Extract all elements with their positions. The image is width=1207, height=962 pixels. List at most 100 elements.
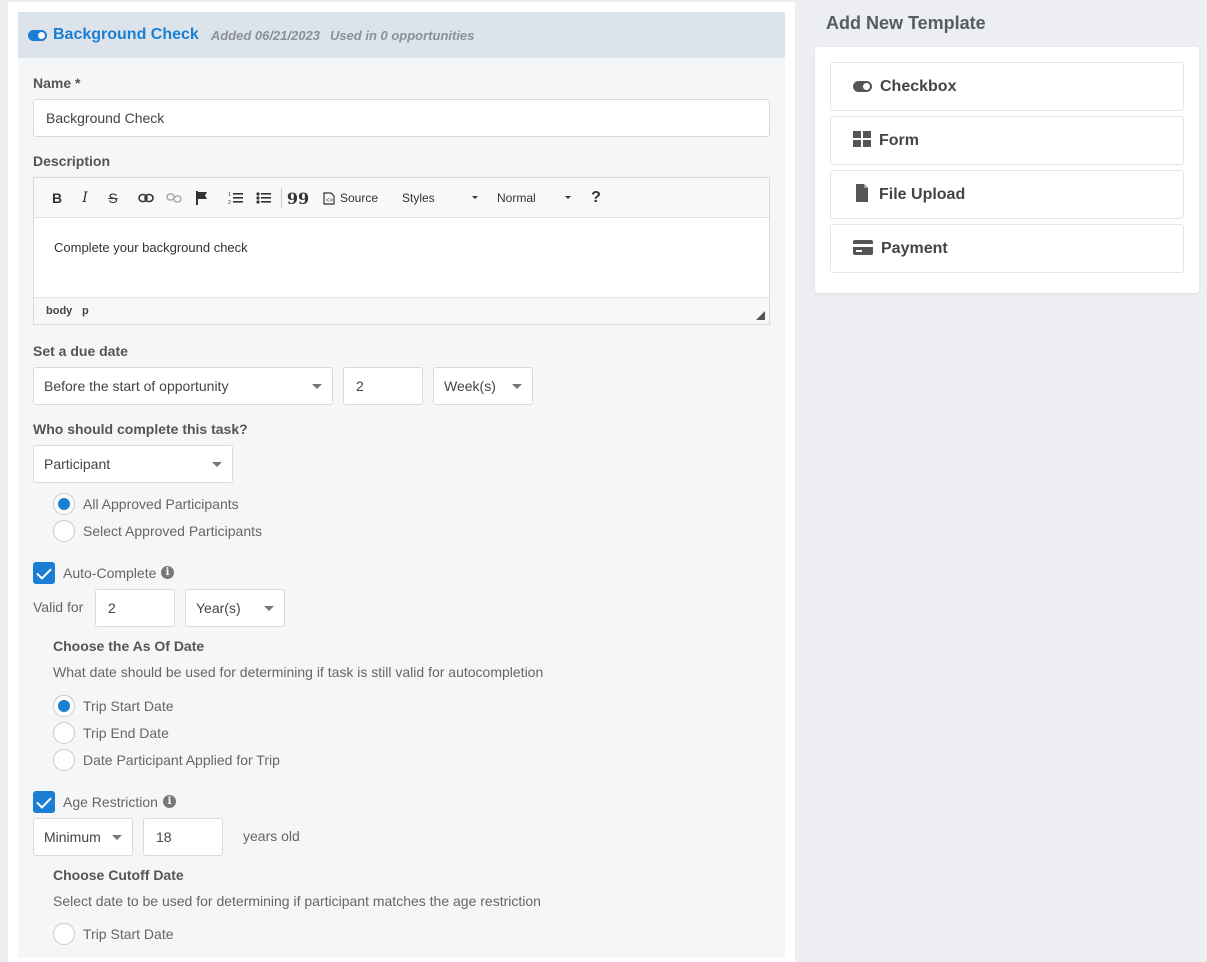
name-input[interactable]: Background Check [33, 99, 770, 137]
chevron-down-icon [512, 384, 522, 389]
age-restriction-checkbox[interactable] [33, 791, 55, 813]
source-icon: <> [323, 191, 335, 205]
due-date-label: Set a due date [33, 343, 128, 359]
due-date-amount-value: 2 [356, 378, 364, 394]
radio-all-approved[interactable] [53, 493, 75, 515]
template-file-upload-label: File Upload [879, 185, 966, 203]
age-mode-select[interactable]: Minimum [33, 818, 133, 856]
task-usage-count: Used in 0 opportunities [329, 27, 475, 43]
valid-for-label: Valid for [33, 599, 84, 615]
template-checkbox[interactable]: Checkbox [830, 62, 1184, 111]
radio-select-approved-label[interactable]: Select Approved Participants [83, 523, 262, 539]
info-icon[interactable]: i [163, 795, 176, 808]
anchor-flag-icon[interactable] [193, 187, 211, 209]
age-restriction-label[interactable]: Age Restriction [63, 794, 158, 810]
description-label: Description [33, 153, 111, 169]
valid-for-unit-value: Year(s) [196, 600, 241, 616]
task-form: Name * Background Check Description B I … [18, 58, 785, 958]
editor-text[interactable]: Complete your background check [54, 240, 248, 255]
template-checkbox-label: Checkbox [880, 77, 957, 95]
task-added-date: Added 06/21/2023 [210, 27, 320, 43]
source-label: Source [340, 191, 379, 205]
template-payment[interactable]: Payment [830, 224, 1184, 273]
assignee-role-select[interactable]: Participant [33, 445, 233, 483]
toggle-icon [28, 30, 47, 41]
due-date-amount-input[interactable]: 2 [343, 367, 423, 405]
file-icon [853, 184, 871, 205]
chevron-down-icon [264, 606, 274, 611]
format-label: Normal [497, 191, 536, 205]
editor-status-bar: body p [34, 297, 769, 324]
chevron-down-icon [472, 196, 478, 199]
format-dropdown[interactable]: Normal [497, 187, 571, 209]
due-date-unit-value: Week(s) [444, 378, 496, 394]
toolbar-separator [281, 188, 282, 208]
radio-date-applied-label[interactable]: Date Participant Applied for Trip [83, 752, 280, 768]
grid-icon [853, 131, 871, 150]
svg-text:<>: <> [326, 198, 334, 204]
age-input[interactable]: 18 [143, 818, 223, 856]
numbered-list-icon[interactable]: 12 [227, 187, 245, 209]
chevron-down-icon [212, 462, 222, 467]
name-input-value: Background Check [46, 110, 165, 126]
radio-trip-end[interactable] [53, 722, 75, 744]
template-list: Checkbox Form File Upload Payment [815, 47, 1199, 293]
valid-for-amount-input[interactable]: 2 [95, 589, 175, 627]
info-icon[interactable]: i [161, 566, 174, 579]
radio-trip-start-label[interactable]: Trip Start Date [83, 698, 174, 714]
age-value: 18 [156, 829, 172, 845]
radio-cutoff-trip-start[interactable] [53, 923, 75, 945]
radio-cutoff-trip-start-label[interactable]: Trip Start Date [83, 926, 174, 942]
help-button[interactable]: ? [588, 187, 604, 209]
link-icon[interactable] [136, 187, 156, 209]
chevron-down-icon [312, 384, 322, 389]
auto-complete-label[interactable]: Auto-Complete [63, 565, 156, 581]
source-button[interactable]: <> Source [323, 187, 383, 209]
italic-button[interactable]: I [76, 187, 94, 209]
path-body[interactable]: body [46, 305, 72, 317]
due-date-relation-select[interactable]: Before the start of opportunity [33, 367, 333, 405]
blockquote-button[interactable]: 99 [287, 187, 309, 209]
task-header[interactable]: Background Check Added 06/21/2023 Used i… [18, 12, 785, 58]
cutoff-date-description: Select date to be used for determining i… [53, 893, 541, 909]
resize-handle[interactable] [756, 311, 765, 320]
name-label: Name * [33, 75, 81, 91]
rich-text-editor[interactable]: B I S 12 99 <> Source Styles Normal ? Co… [33, 177, 770, 325]
years-old-label: years old [243, 828, 300, 844]
template-file-upload[interactable]: File Upload [830, 170, 1184, 219]
as-of-date-title: Choose the As Of Date [53, 638, 205, 654]
editor-toolbar: B I S 12 99 <> Source Styles Normal ? [34, 178, 769, 218]
svg-text:1: 1 [228, 192, 231, 198]
due-date-relation-value: Before the start of opportunity [44, 378, 229, 394]
styles-label: Styles [402, 191, 435, 205]
add-template-title: Add New Template [826, 13, 986, 33]
strikethrough-button[interactable]: S [104, 187, 122, 209]
auto-complete-checkbox[interactable] [33, 562, 55, 584]
radio-date-applied[interactable] [53, 749, 75, 771]
svg-text:2: 2 [228, 200, 231, 205]
radio-trip-start[interactable] [53, 695, 75, 717]
bulleted-list-icon[interactable] [255, 187, 273, 209]
as-of-date-description: What date should be used for determining… [53, 664, 544, 680]
toggle-icon [853, 81, 872, 92]
styles-dropdown[interactable]: Styles [402, 187, 478, 209]
task-title[interactable]: Background Check [53, 26, 199, 44]
assignee-label: Who should complete this task? [33, 421, 248, 437]
bold-button[interactable]: B [48, 187, 66, 209]
radio-all-approved-label[interactable]: All Approved Participants [83, 496, 239, 512]
radio-trip-end-label[interactable]: Trip End Date [83, 725, 169, 741]
assignee-role-value: Participant [44, 456, 111, 472]
path-p[interactable]: p [82, 305, 89, 317]
template-form-label: Form [879, 131, 919, 149]
unlink-icon[interactable] [164, 187, 184, 209]
due-date-unit-select[interactable]: Week(s) [433, 367, 533, 405]
valid-for-unit-select[interactable]: Year(s) [185, 589, 285, 627]
valid-for-amount-value: 2 [108, 600, 116, 616]
template-payment-label: Payment [881, 239, 948, 257]
age-mode-value: Minimum [44, 829, 101, 845]
radio-select-approved[interactable] [53, 520, 75, 542]
cutoff-date-title: Choose Cutoff Date [53, 867, 184, 883]
template-form[interactable]: Form [830, 116, 1184, 165]
chevron-down-icon [112, 835, 122, 840]
credit-card-icon [853, 239, 873, 258]
